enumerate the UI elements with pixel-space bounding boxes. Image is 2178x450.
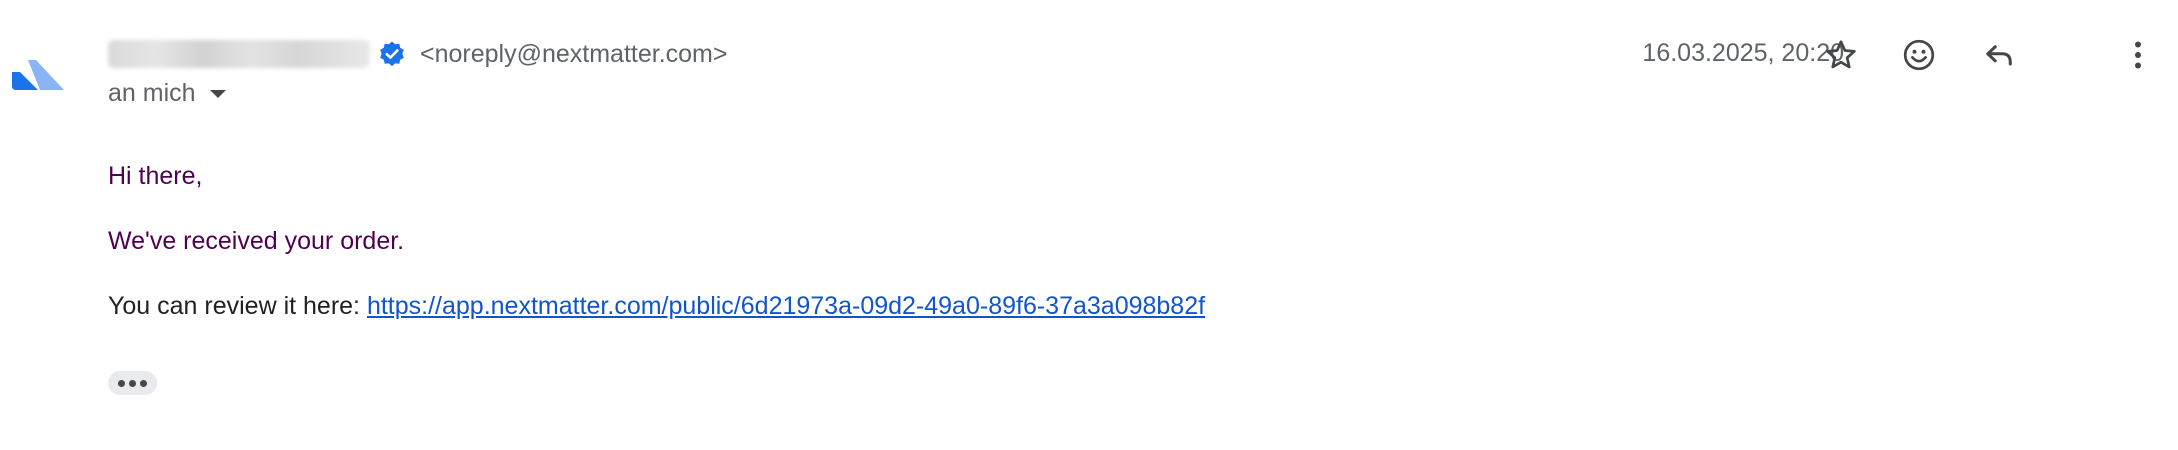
reply-button[interactable] bbox=[1975, 31, 2023, 79]
ellipsis-dot bbox=[129, 379, 136, 387]
message-body: Hi there, We've received your order. You… bbox=[108, 158, 2108, 353]
sender-email: <noreply@nextmatter.com> bbox=[420, 39, 728, 68]
sender-row: <noreply@nextmatter.com> bbox=[108, 36, 727, 72]
review-line: You can review it here: https://app.next… bbox=[108, 288, 2108, 324]
review-prefix-text: You can review it here: bbox=[108, 292, 367, 320]
order-received-text: We've received your order. bbox=[108, 227, 405, 255]
caret-down-icon[interactable] bbox=[209, 89, 226, 98]
more-options-button[interactable] bbox=[2114, 31, 2162, 79]
more-vert-icon bbox=[2135, 41, 2141, 69]
emoji-icon bbox=[1903, 39, 1935, 71]
nextmatter-logo-icon bbox=[12, 60, 64, 90]
message-date: 16.03.2025, 20:20 bbox=[1642, 39, 1844, 67]
ellipsis-dot bbox=[118, 379, 125, 387]
sender-name-redacted[interactable] bbox=[108, 40, 370, 68]
greeting-text: Hi there, bbox=[108, 162, 203, 190]
reply-icon bbox=[1986, 45, 2012, 66]
recipient-details-toggle[interactable]: an mich bbox=[108, 79, 226, 108]
add-reaction-button[interactable] bbox=[1895, 31, 1943, 79]
show-trimmed-content-button[interactable] bbox=[108, 371, 157, 395]
star-button[interactable] bbox=[1817, 31, 1865, 79]
recipient-label: an mich bbox=[108, 79, 196, 107]
star-icon bbox=[1826, 40, 1856, 69]
review-order-link[interactable]: https://app.nextmatter.com/public/6d2197… bbox=[367, 292, 1205, 320]
verified-badge-icon bbox=[380, 41, 404, 67]
ellipsis-dot bbox=[140, 379, 147, 387]
sender-avatar bbox=[10, 50, 64, 94]
